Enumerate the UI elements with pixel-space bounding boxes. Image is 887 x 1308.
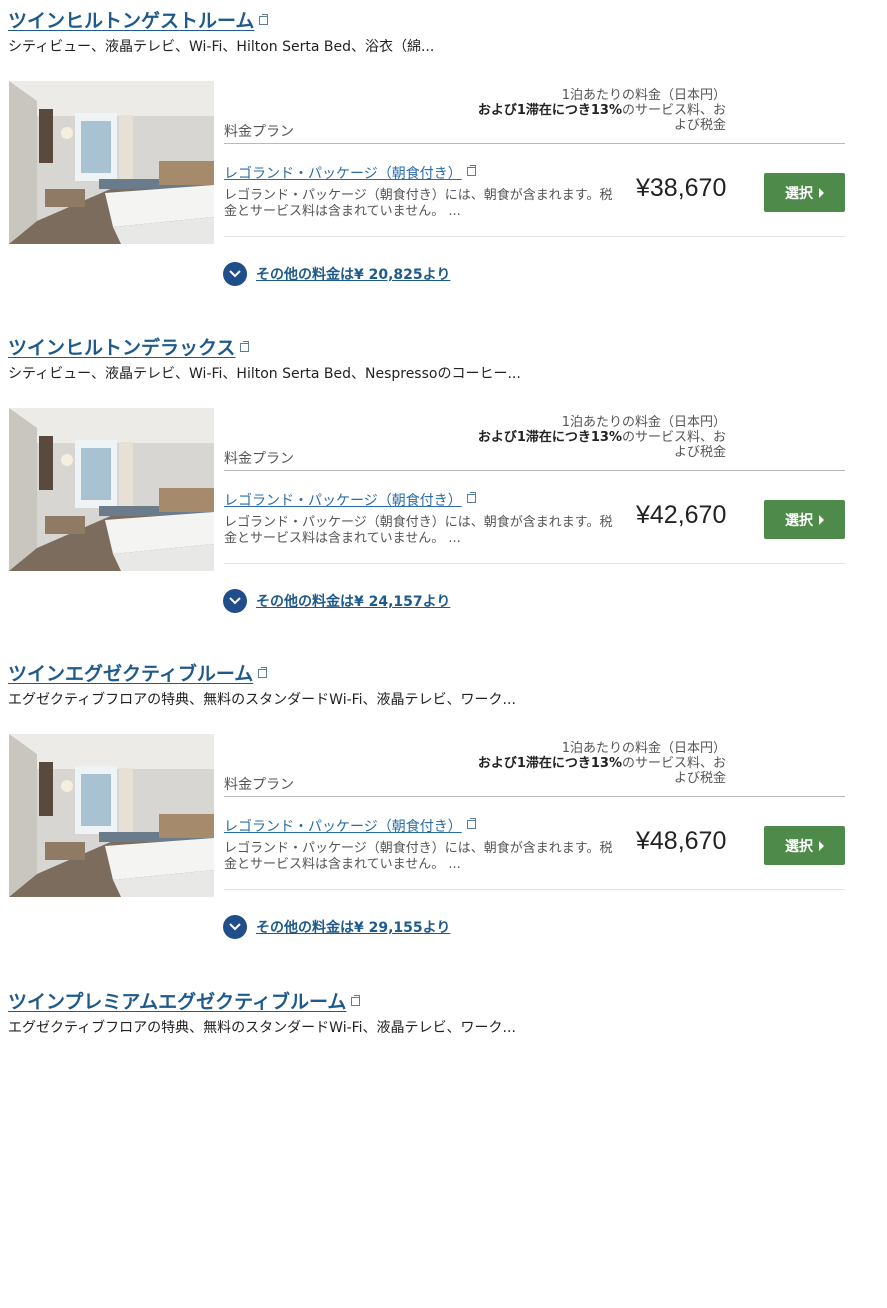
room-title-text: ツインヒルトンデラックス	[8, 337, 236, 359]
price-note-line: 1泊あたりの料金（日本円）	[561, 415, 726, 430]
room-card: ツインヒルトンデラックス シティビュー、液晶テレビ、Wi-Fi、Hilton S…	[0, 327, 887, 654]
room-photo[interactable]	[9, 81, 214, 244]
plan-name-text: レゴランド・パッケージ（朝食付き）	[224, 493, 462, 509]
room-amenities: シティビュー、液晶テレビ、Wi-Fi、Hilton Serta Bed、浴衣（綿…	[8, 39, 435, 55]
room-title-text: ツインプレミアムエグゼクティブルーム	[8, 991, 347, 1013]
price-note-line: 1泊あたりの料金（日本円）	[561, 88, 726, 103]
room-price: ¥42,670	[636, 501, 727, 529]
divider	[224, 796, 845, 797]
select-button[interactable]: 選択	[764, 826, 845, 865]
plan-description: レゴランド・パッケージ（朝食付き）には、朝食が含まれます。税金とサービス料は含ま…	[224, 515, 613, 546]
room-card: ツインプレミアムエグゼクティブルーム エグゼクティブフロアの特典、無料のスタンダ…	[0, 981, 887, 1308]
price-note-bold: および1滞在につき13%	[477, 756, 622, 771]
plan-name-text: レゴランド・パッケージ（朝食付き）	[224, 819, 462, 835]
external-link-icon	[351, 995, 361, 1006]
room-amenities: エグゼクティブフロアの特典、無料のスタンダードWi-Fi、液晶テレビ、ワーク..…	[8, 1020, 516, 1033]
plan-header-label: 料金プラン	[224, 124, 294, 140]
external-link-icon	[259, 14, 269, 25]
plan-name-link[interactable]: レゴランド・パッケージ（朝食付き）	[224, 816, 476, 836]
divider	[224, 563, 845, 564]
plan-name-link[interactable]: レゴランド・パッケージ（朝食付き）	[224, 490, 476, 510]
chevron-down-icon	[223, 262, 247, 286]
plan-header-label: 料金プラン	[224, 451, 294, 467]
caret-right-icon	[819, 187, 824, 198]
plan-header-label: 料金プラン	[224, 777, 294, 793]
room-title-link[interactable]: ツインプレミアムエグゼクティブルーム	[8, 987, 361, 1014]
room-price: ¥48,670	[636, 827, 727, 855]
room-title-text: ツインヒルトンゲストルーム	[8, 10, 255, 32]
room-title-link[interactable]: ツインヒルトンデラックス	[8, 333, 250, 360]
external-link-icon	[466, 165, 476, 176]
plan-description: レゴランド・パッケージ（朝食付き）には、朝食が含まれます。税金とサービス料は含ま…	[224, 841, 613, 872]
more-rates-link[interactable]: その他の料金は¥ 24,157より	[223, 589, 450, 613]
chevron-down-icon	[223, 589, 247, 613]
price-note: 1泊あたりの料金（日本円） および1滞在につき13%のサービス料、お よび税金	[440, 88, 726, 133]
select-button-label: 選択	[785, 512, 813, 529]
room-price: ¥38,670	[636, 174, 727, 202]
price-note-bold: および1滞在につき13%	[477, 103, 622, 118]
price-note-line: のサービス料、お	[621, 430, 726, 445]
room-card: ツインエグゼクティブルーム エグゼクティブフロアの特典、無料のスタンダードWi-…	[0, 653, 887, 980]
select-button-label: 選択	[785, 838, 813, 855]
divider	[224, 470, 845, 471]
external-link-icon	[240, 341, 250, 352]
divider	[224, 889, 845, 890]
price-note-line: よび税金	[673, 771, 726, 786]
more-rates-label: その他の料金は¥ 29,155より	[256, 920, 451, 936]
divider	[224, 143, 845, 144]
caret-right-icon	[819, 840, 824, 851]
room-amenities: シティビュー、液晶テレビ、Wi-Fi、Hilton Serta Bed、Nesp…	[8, 366, 521, 382]
select-button[interactable]: 選択	[764, 173, 845, 212]
select-button-label: 選択	[785, 185, 813, 202]
more-rates-link[interactable]: その他の料金は¥ 20,825より	[223, 262, 450, 286]
price-note-line: のサービス料、お	[621, 756, 726, 771]
more-rates-label: その他の料金は¥ 20,825より	[256, 267, 451, 283]
price-note: 1泊あたりの料金（日本円） および1滞在につき13%のサービス料、お よび税金	[440, 415, 726, 460]
price-note-line: よび税金	[673, 118, 726, 133]
plan-name-link[interactable]: レゴランド・パッケージ（朝食付き）	[224, 163, 476, 183]
caret-right-icon	[819, 514, 824, 525]
plan-description: レゴランド・パッケージ（朝食付き）には、朝食が含まれます。税金とサービス料は含ま…	[224, 188, 613, 219]
price-note-line: よび税金	[673, 445, 726, 460]
external-link-icon	[466, 492, 476, 503]
price-note-line: 1泊あたりの料金（日本円）	[561, 741, 726, 756]
chevron-down-icon	[223, 915, 247, 939]
room-title-link[interactable]: ツインエグゼクティブルーム	[8, 659, 268, 686]
room-title-link[interactable]: ツインヒルトンゲストルーム	[8, 6, 269, 33]
more-rates-link[interactable]: その他の料金は¥ 29,155より	[223, 915, 450, 939]
price-note-line: のサービス料、お	[621, 103, 726, 118]
external-link-icon	[258, 667, 268, 678]
room-title-text: ツインエグゼクティブルーム	[8, 663, 254, 685]
room-photo[interactable]	[9, 408, 214, 571]
more-rates-label: その他の料金は¥ 24,157より	[256, 594, 451, 610]
external-link-icon	[466, 818, 476, 829]
room-card: ツインヒルトンゲストルーム シティビュー、液晶テレビ、Wi-Fi、Hilton …	[0, 0, 887, 327]
price-note-bold: および1滞在につき13%	[477, 430, 622, 445]
price-note: 1泊あたりの料金（日本円） および1滞在につき13%のサービス料、お よび税金	[440, 741, 726, 786]
select-button[interactable]: 選択	[764, 500, 845, 539]
room-amenities: エグゼクティブフロアの特典、無料のスタンダードWi-Fi、液晶テレビ、ワーク..…	[8, 692, 516, 708]
room-photo[interactable]	[9, 734, 214, 897]
plan-name-text: レゴランド・パッケージ（朝食付き）	[224, 166, 462, 182]
divider	[224, 236, 845, 237]
